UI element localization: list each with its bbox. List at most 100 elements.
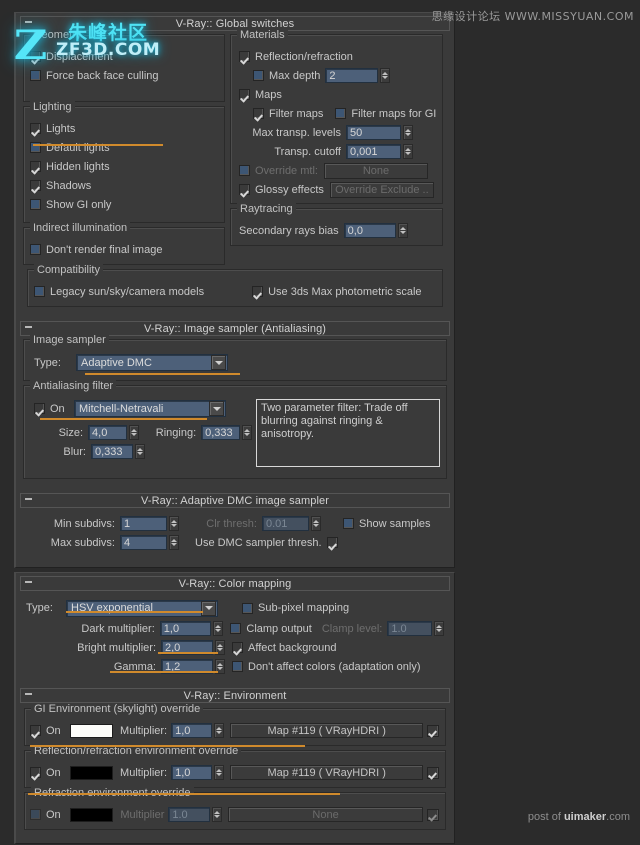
field-dark-multiplier[interactable]: 1,0 xyxy=(159,621,212,636)
row-transp-cutoff[interactable]: Transp. cutoff 0,001 xyxy=(239,142,436,161)
checkbox-affect-background[interactable] xyxy=(232,642,243,653)
spinner-max-subdivs[interactable] xyxy=(169,535,179,550)
checkbox-lights[interactable] xyxy=(30,123,41,134)
button-override-mtl[interactable]: None xyxy=(323,162,428,179)
row-maps[interactable]: Maps xyxy=(239,85,436,104)
checkbox-use-dmc-sampler-thresh[interactable] xyxy=(326,537,338,548)
checkbox-show-samples[interactable] xyxy=(343,518,354,529)
field-max-subdivs[interactable]: 4 xyxy=(120,535,167,550)
row-displacement[interactable]: Displacement xyxy=(30,47,218,66)
row-hidden-lights[interactable]: Hidden lights xyxy=(30,157,218,176)
field-filter-size[interactable]: 4,0 xyxy=(88,425,127,440)
field-clamp-level[interactable]: 1.0 xyxy=(387,621,432,636)
row-glossy-effects[interactable]: Glossy effects Override Exclude .. xyxy=(239,180,436,199)
checkbox-override-mtl[interactable] xyxy=(239,165,250,176)
button-gi-environment-map[interactable]: Map #119 ( VRayHDRI ) xyxy=(230,723,423,738)
button-refraction-environment-map[interactable]: None xyxy=(228,807,423,822)
row-shadows[interactable]: Shadows xyxy=(30,176,218,195)
checkbox-dont-render-final-image[interactable] xyxy=(30,244,41,255)
field-max-transp-levels[interactable]: 50 xyxy=(346,125,401,140)
spinner-max-depth[interactable] xyxy=(380,68,391,83)
spinner-filter-size[interactable] xyxy=(128,425,139,440)
color-swatch-refraction-environment[interactable] xyxy=(70,807,114,822)
checkbox-use-photometric-scale[interactable] xyxy=(252,286,264,297)
chevron-down-icon[interactable] xyxy=(209,401,224,416)
spinner-refraction-multiplier[interactable] xyxy=(212,807,223,822)
rollout-header-adaptive-dmc[interactable]: V-Ray:: Adaptive DMC image sampler xyxy=(20,493,450,508)
spinner-secondary-rays-bias[interactable] xyxy=(397,223,408,238)
checkbox-refraction-environment-map-enable[interactable] xyxy=(427,808,439,821)
chevron-down-icon[interactable] xyxy=(201,600,216,616)
row-lights[interactable]: Lights xyxy=(30,119,218,138)
checkbox-filter-maps-for-gi[interactable] xyxy=(335,108,347,119)
checkbox-clamp-output[interactable] xyxy=(230,623,242,634)
rollout-header-environment[interactable]: V-Ray:: Environment xyxy=(20,688,450,703)
checkbox-legacy-sun-sky-camera[interactable] xyxy=(34,286,45,297)
row-dont-render-final-image[interactable]: Don't render final image xyxy=(30,240,218,259)
row-secondary-rays-bias[interactable]: Secondary rays bias 0,0 xyxy=(239,221,436,240)
dropdown-aa-filter[interactable]: Mitchell-Netravali xyxy=(74,400,226,417)
row-max-depth[interactable]: Max depth 2 xyxy=(239,66,436,85)
spinner-gamma[interactable] xyxy=(215,659,225,674)
field-reflection-multiplier[interactable]: 1,0 xyxy=(171,765,213,780)
field-min-subdivs[interactable]: 1 xyxy=(120,516,167,531)
row-override-mtl[interactable]: Override mtl: None xyxy=(239,161,436,180)
checkbox-shadows[interactable] xyxy=(30,180,41,191)
field-secondary-rays-bias[interactable]: 0,0 xyxy=(343,223,396,238)
field-max-depth[interactable]: 2 xyxy=(325,68,379,83)
checkbox-refraction-environment-on[interactable] xyxy=(30,809,41,820)
dropdown-sampler-type[interactable]: Adaptive DMC xyxy=(76,354,228,371)
collapse-icon[interactable] xyxy=(25,498,32,500)
checkbox-default-lights[interactable] xyxy=(30,142,41,153)
color-swatch-gi-environment[interactable] xyxy=(70,723,114,738)
field-bright-multiplier[interactable]: 2,0 xyxy=(161,640,213,655)
spinner-transp-cutoff[interactable] xyxy=(403,144,413,159)
field-gi-multiplier[interactable]: 1,0 xyxy=(171,723,213,738)
row-force-back-face-culling[interactable]: Force back face culling xyxy=(30,66,218,85)
checkbox-max-depth[interactable] xyxy=(253,70,264,81)
button-reflection-environment-map[interactable]: Map #119 ( VRayHDRI ) xyxy=(230,765,423,780)
color-swatch-reflection-environment[interactable] xyxy=(70,765,114,780)
field-transp-cutoff[interactable]: 0,001 xyxy=(346,144,401,159)
row-show-gi-only[interactable]: Show GI only xyxy=(30,195,218,214)
spinner-bright-multiplier[interactable] xyxy=(215,640,225,655)
collapse-icon[interactable] xyxy=(25,581,32,583)
field-clr-thresh[interactable]: 0.01 xyxy=(262,516,309,531)
collapse-icon[interactable] xyxy=(25,326,32,328)
spinner-filter-ringing[interactable] xyxy=(242,425,252,440)
button-override-exclude[interactable]: Override Exclude .. xyxy=(329,181,434,198)
checkbox-hidden-lights[interactable] xyxy=(30,161,41,172)
dropdown-color-mapping-type[interactable]: HSV exponential xyxy=(66,599,218,617)
field-filter-ringing[interactable]: 0,333 xyxy=(201,425,240,440)
checkbox-sub-pixel-mapping[interactable] xyxy=(242,602,253,614)
field-filter-blur[interactable]: 0,333 xyxy=(91,444,133,459)
checkbox-reflection-environment-map-enable[interactable] xyxy=(426,766,439,779)
spinner-dark-multiplier[interactable] xyxy=(213,621,224,636)
spinner-min-subdivs[interactable] xyxy=(169,516,179,531)
checkbox-gi-environment-on[interactable] xyxy=(30,725,41,736)
row-max-transp-levels[interactable]: Max transp. levels 50 xyxy=(239,123,436,142)
chevron-down-icon[interactable] xyxy=(211,355,226,370)
checkbox-reflection-environment-on[interactable] xyxy=(30,767,41,778)
collapse-icon[interactable] xyxy=(25,693,32,695)
collapse-icon[interactable] xyxy=(25,21,32,23)
spinner-reflection-multiplier[interactable] xyxy=(214,765,225,780)
row-filter-maps[interactable]: Filter maps Filter maps for GI xyxy=(239,104,436,123)
spinner-max-transp-levels[interactable] xyxy=(403,125,413,140)
checkbox-maps[interactable] xyxy=(239,89,250,100)
checkbox-gi-environment-map-enable[interactable] xyxy=(426,724,439,737)
checkbox-aa-filter-on[interactable] xyxy=(34,403,45,414)
checkbox-dont-affect-colors[interactable] xyxy=(232,661,243,672)
spinner-clr-thresh[interactable] xyxy=(311,516,321,531)
row-reflection-refraction[interactable]: Reflection/refraction xyxy=(239,47,436,66)
checkbox-glossy-effects[interactable] xyxy=(239,184,250,195)
rollout-header-color-mapping[interactable]: V-Ray:: Color mapping xyxy=(20,576,450,591)
checkbox-show-gi-only[interactable] xyxy=(30,199,41,210)
spinner-gi-multiplier[interactable] xyxy=(214,723,225,738)
field-refraction-multiplier[interactable]: 1.0 xyxy=(168,807,211,822)
spinner-clamp-level[interactable] xyxy=(434,621,444,636)
rollout-header-global-switches[interactable]: V-Ray:: Global switches xyxy=(20,16,450,31)
field-gamma[interactable]: 1,2 xyxy=(161,659,213,674)
checkbox-force-back-face-culling[interactable] xyxy=(30,70,41,81)
checkbox-filter-maps[interactable] xyxy=(253,108,264,119)
